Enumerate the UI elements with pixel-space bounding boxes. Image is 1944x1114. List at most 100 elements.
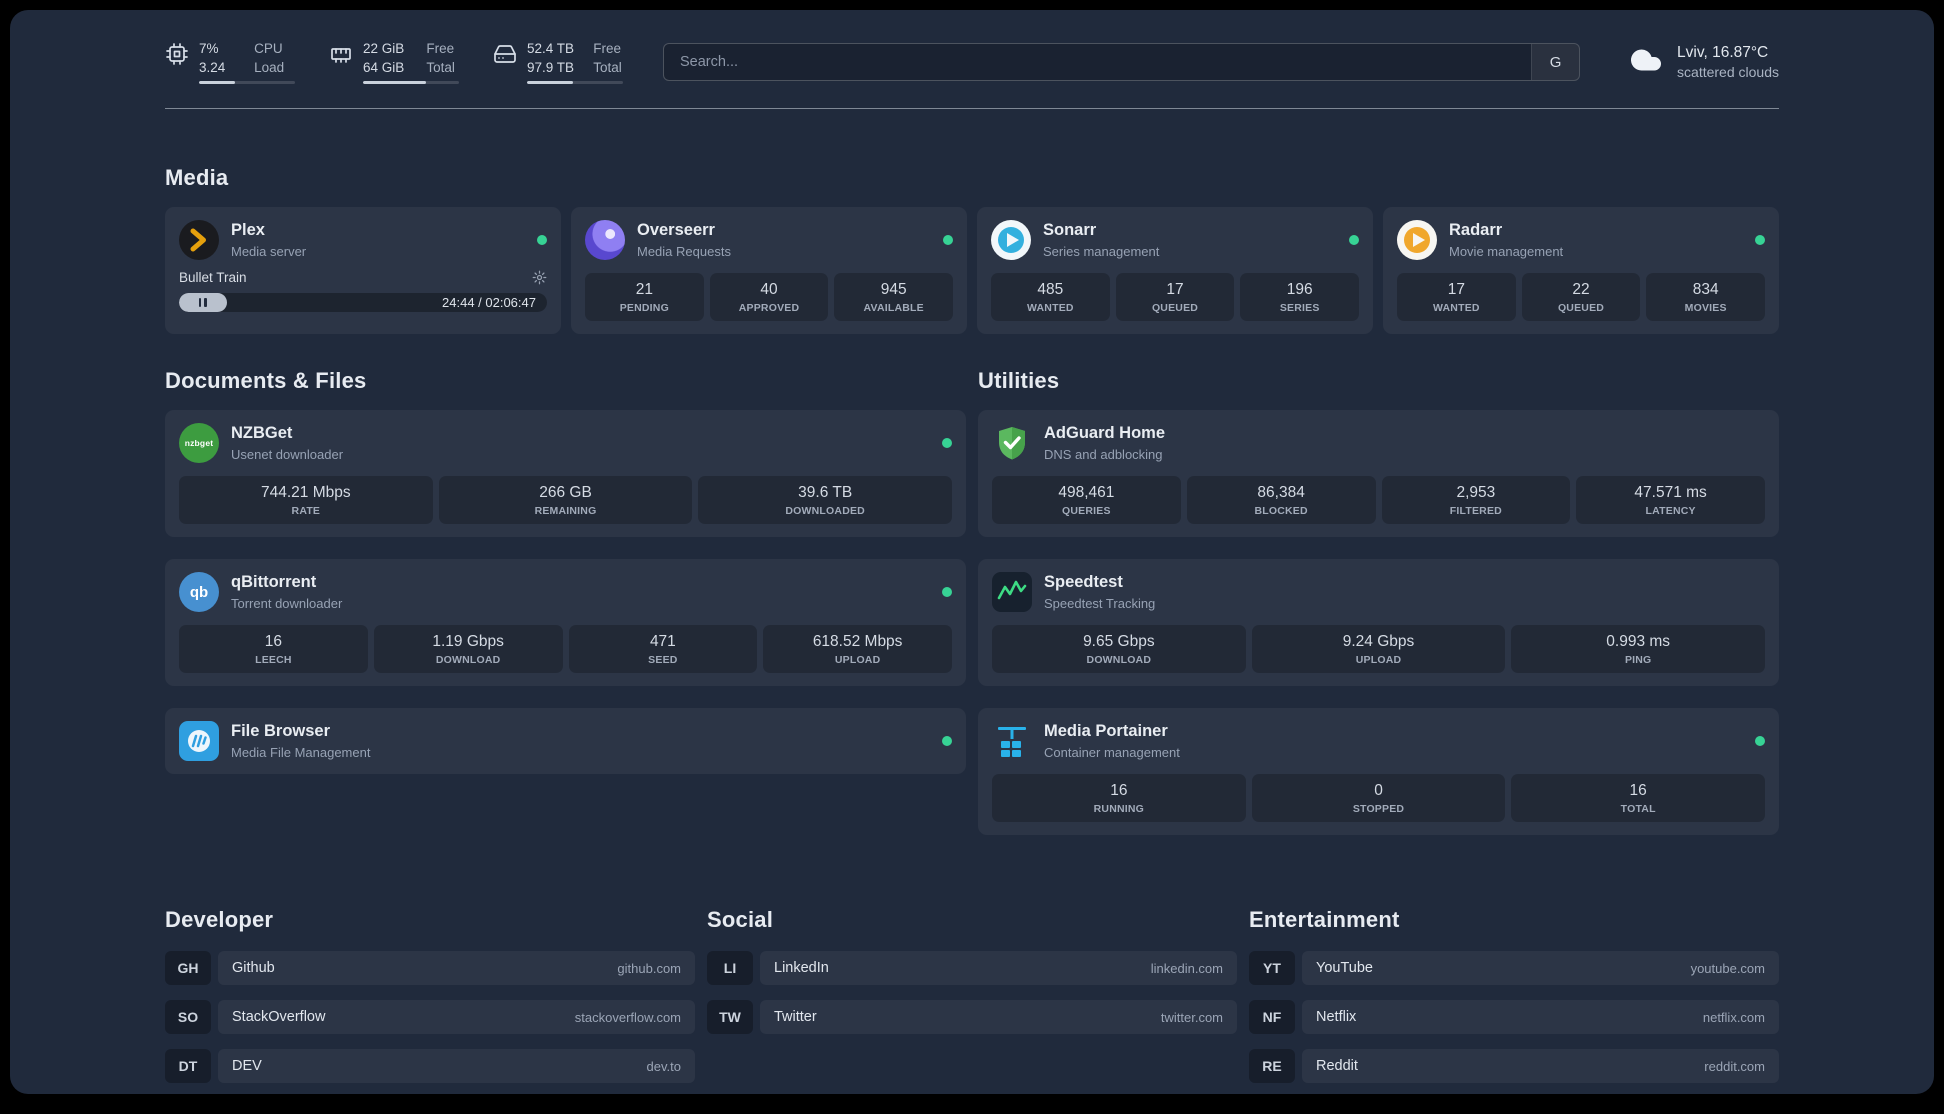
bookmark-abbr: DT <box>165 1049 211 1084</box>
stat-running: 16 RUNNING <box>992 774 1246 823</box>
bookmark-reddit[interactable]: RE Reddit reddit.com <box>1249 1049 1779 1084</box>
bookmark-link[interactable]: Twitter twitter.com <box>760 1000 1237 1035</box>
group-title: Social <box>707 907 774 933</box>
weather-condition: scattered clouds <box>1677 64 1779 81</box>
bookmark-name: Twitter <box>774 1009 817 1026</box>
service-card-header: Radarr Movie management <box>1397 220 1765 261</box>
stat-label: LEECH <box>255 654 292 667</box>
stat-value: 39.6 TB <box>798 484 853 502</box>
bookmark-name: Reddit <box>1316 1058 1358 1075</box>
service-card-adguard-home[interactable]: AdGuard Home DNS and adblocking 498,461 … <box>978 410 1779 538</box>
bookmark-netflix[interactable]: NF Netflix netflix.com <box>1249 1000 1779 1035</box>
search-input[interactable] <box>664 54 1532 71</box>
status-dot <box>537 235 547 246</box>
bookmark-twitter[interactable]: TW Twitter twitter.com <box>707 1000 1237 1035</box>
bookmark-abbr: SO <box>165 1000 211 1035</box>
bookmark-name: LinkedIn <box>774 960 829 977</box>
bookmark-github[interactable]: GH Github github.com <box>165 951 695 986</box>
service-card-file-browser[interactable]: File Browser Media File Management <box>165 708 966 775</box>
gear-glyph <box>532 270 547 285</box>
service-card-radarr[interactable]: Radarr Movie management 17 WANTED 22 QUE… <box>1383 207 1779 335</box>
stat-label: TOTAL <box>1620 803 1656 816</box>
resource-progress-fill <box>527 81 574 85</box>
bookmark-name: Github <box>232 960 275 977</box>
adguard-shield-icon <box>992 423 1032 463</box>
bookmark-link[interactable]: YouTube youtube.com <box>1302 951 1779 986</box>
service-card-nzbget[interactable]: nzbget NZBGet Usenet downloader 744.21 M… <box>165 410 966 538</box>
stat-ping: 0.993 ms PING <box>1511 625 1766 674</box>
bookmark-domain: stackoverflow.com <box>574 1009 681 1025</box>
service-card-header: Sonarr Series management <box>991 220 1359 261</box>
stat-value: 498,461 <box>1058 484 1115 502</box>
stat-value: 21 <box>635 281 653 299</box>
resource-secondary-label: Load <box>254 59 285 75</box>
service-name: Plex <box>231 221 265 240</box>
bookmark-dev[interactable]: DT DEV dev.to <box>165 1049 695 1084</box>
bookmark-link[interactable]: Reddit reddit.com <box>1302 1049 1779 1084</box>
stat-approved: 40 APPROVED <box>709 273 829 322</box>
service-description: Torrent downloader <box>231 595 343 611</box>
playback-time: 24:44 / 02:06:47 <box>442 295 536 311</box>
gear-icon[interactable] <box>532 270 547 285</box>
service-stats: 17 WANTED 22 QUEUED 834 MOVIES <box>1397 273 1766 322</box>
bookmark-link[interactable]: Netflix netflix.com <box>1302 1000 1779 1035</box>
seek-bar[interactable]: 24:44 / 02:06:47 <box>179 293 547 313</box>
documents-cards-column: nzbget NZBGet Usenet downloader 744.21 M… <box>165 410 966 775</box>
bookmark-link[interactable]: Github github.com <box>218 951 695 986</box>
plex-icon <box>179 220 219 261</box>
stat-label: BLOCKED <box>1254 505 1308 518</box>
bookmark-domain: linkedin.com <box>1150 960 1223 976</box>
cpu-icon <box>166 43 188 65</box>
resource-primary-value: 52.4 TB <box>527 41 575 56</box>
service-card-media-portainer[interactable]: Media Portainer Container management 16 … <box>978 708 1779 836</box>
resource-primary-label: Free <box>426 41 455 56</box>
service-stats: 498,461 QUERIES 86,384 BLOCKED 2,953 FIL… <box>992 476 1765 525</box>
service-name: Speedtest <box>1044 573 1123 592</box>
bookmark-link[interactable]: DEV dev.to <box>218 1049 695 1084</box>
bookmark-domain: twitter.com <box>1160 1009 1223 1025</box>
search-provider-button[interactable]: G <box>1531 44 1580 81</box>
stat-label: FILTERED <box>1449 505 1502 518</box>
bookmark-name: StackOverflow <box>232 1009 326 1026</box>
service-description: Movie management <box>1449 243 1564 259</box>
service-card-plex[interactable]: Plex Media server Bullet Train 24:44 / 0… <box>165 207 561 335</box>
bookmark-domain: reddit.com <box>1704 1058 1765 1074</box>
bookmark-linkedin[interactable]: LI LinkedIn linkedin.com <box>707 951 1237 986</box>
bookmark-link[interactable]: StackOverflow stackoverflow.com <box>218 1000 695 1035</box>
service-stats: 9.65 Gbps DOWNLOAD 9.24 Gbps UPLOAD 0.99… <box>992 625 1766 674</box>
bookmark-abbr: YT <box>1249 951 1295 986</box>
bookmark-link[interactable]: LinkedIn linkedin.com <box>760 951 1237 986</box>
bookmark-domain: netflix.com <box>1702 1009 1765 1025</box>
stat-value: 0 <box>1374 782 1383 800</box>
service-card-overseerr[interactable]: Overseerr Media Requests 21 PENDING 40 A… <box>571 207 967 335</box>
resource-primary-value: 7% <box>199 41 219 56</box>
dashboard-frame: 7% CPU 3.24 Load 22 GiB Free 64 GiB Tota… <box>10 10 1934 1094</box>
service-name: Radarr <box>1449 221 1503 240</box>
bookmark-list: YT YouTube youtube.com NF Netflix netfli… <box>1249 951 1779 1084</box>
stat-queued: 22 QUEUED <box>1521 273 1641 322</box>
stat-label: WANTED <box>1026 302 1074 315</box>
group-title: Documents & Files <box>165 368 367 394</box>
stat-pending: 21 PENDING <box>585 273 704 322</box>
service-text: Speedtest Speedtest Tracking <box>1044 573 1155 611</box>
service-card-header: qb qBittorrent Torrent downloader <box>179 572 952 613</box>
service-name: qBittorrent <box>231 573 317 592</box>
resource-secondary-value: 97.9 TB <box>527 59 575 75</box>
play-progress <box>179 293 227 313</box>
stat-value: 40 <box>760 281 778 299</box>
stat-label: MOVIES <box>1684 302 1727 315</box>
group-title: Entertainment <box>1249 907 1400 933</box>
service-text: Plex Media server <box>231 221 306 259</box>
status-dot <box>943 235 953 246</box>
bookmarks-section: Developer GH Github github.com SO StackOv… <box>165 907 1779 1084</box>
service-card-speedtest[interactable]: Speedtest Speedtest Tracking 9.65 Gbps D… <box>978 559 1779 687</box>
stat-label: RATE <box>291 505 321 518</box>
service-card-sonarr[interactable]: Sonarr Series management 485 WANTED 17 Q… <box>977 207 1373 335</box>
bookmark-youtube[interactable]: YT YouTube youtube.com <box>1249 951 1779 986</box>
bookmark-stackoverflow[interactable]: SO StackOverflow stackoverflow.com <box>165 1000 695 1035</box>
pause-icon[interactable] <box>198 298 207 308</box>
stat-value: 47.571 ms <box>1634 484 1707 502</box>
utilities-cards-column: AdGuard Home DNS and adblocking 498,461 … <box>978 410 1779 836</box>
service-card-qbittorrent[interactable]: qb qBittorrent Torrent downloader 16 LEE… <box>165 559 966 687</box>
status-dot <box>942 438 952 449</box>
